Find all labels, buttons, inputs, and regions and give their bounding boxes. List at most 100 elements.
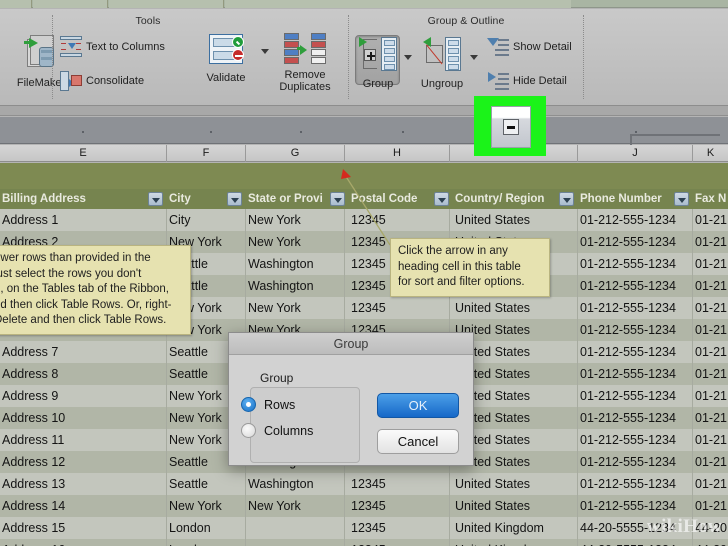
- table-row[interactable]: Address 1CityNew York12345United States0…: [0, 209, 728, 231]
- table-cell[interactable]: [246, 539, 345, 546]
- radio-columns-icon[interactable]: [241, 423, 256, 438]
- radio-option-columns[interactable]: Columns: [241, 423, 313, 438]
- ungroup-dropdown-arrow[interactable]: [470, 55, 478, 60]
- validate-button[interactable]: Validate: [200, 34, 252, 85]
- table-cell[interactable]: 01-21: [693, 363, 728, 385]
- filter-arrow-state[interactable]: [330, 192, 345, 206]
- tab-segment-4[interactable]: [225, 0, 571, 8]
- table-cell[interactable]: 01-21: [693, 231, 728, 253]
- column-header-G[interactable]: G: [246, 145, 345, 162]
- table-cell[interactable]: United States: [450, 473, 578, 495]
- table-row[interactable]: Address 16London12345United Kingdom44-20…: [0, 539, 728, 546]
- table-cell[interactable]: 01-21: [693, 275, 728, 297]
- table-row[interactable]: Address 13SeattleWashington12345United S…: [0, 473, 728, 495]
- table-cell[interactable]: 01-21: [693, 209, 728, 231]
- column-header-J[interactable]: J: [578, 145, 693, 162]
- table-cell[interactable]: 01-212-555-1234: [578, 429, 693, 451]
- table-cell[interactable]: United Kingdom: [450, 539, 578, 546]
- ok-button[interactable]: OK: [377, 393, 459, 418]
- filter-arrow-postal-code[interactable]: [434, 192, 449, 206]
- tab-segment-1[interactable]: [0, 0, 32, 8]
- table-cell[interactable]: United Kingdom: [450, 517, 578, 539]
- table-cell[interactable]: Washington: [246, 473, 345, 495]
- table-cell[interactable]: New York: [246, 209, 345, 231]
- table-cell[interactable]: Address 13: [0, 473, 167, 495]
- table-cell[interactable]: 01-212-555-1234: [578, 473, 693, 495]
- table-cell[interactable]: 12345: [345, 209, 450, 231]
- table-cell[interactable]: United States: [450, 297, 578, 319]
- table-cell[interactable]: Address 16: [0, 539, 167, 546]
- filter-arrow-phone-number[interactable]: [674, 192, 689, 206]
- consolidate-button[interactable]: Consolidate: [60, 71, 144, 91]
- table-cell[interactable]: Address 14: [0, 495, 167, 517]
- table-cell[interactable]: 01-21: [693, 495, 728, 517]
- cancel-button[interactable]: Cancel: [377, 429, 459, 454]
- table-cell[interactable]: Address 10: [0, 407, 167, 429]
- table-cell[interactable]: Address 7: [0, 341, 167, 363]
- tab-segment-2[interactable]: [33, 0, 108, 8]
- show-detail-button[interactable]: Show Detail: [487, 37, 572, 57]
- table-cell[interactable]: 01-212-555-1234: [578, 275, 693, 297]
- table-cell[interactable]: 01-212-555-1234: [578, 451, 693, 473]
- radio-rows-icon[interactable]: [241, 397, 256, 412]
- table-cell[interactable]: 12345: [345, 495, 450, 517]
- table-cell[interactable]: 01-212-555-1234: [578, 297, 693, 319]
- table-cell[interactable]: 01-212-555-1234: [578, 385, 693, 407]
- table-cell[interactable]: Address 1: [0, 209, 167, 231]
- table-cell[interactable]: New York: [246, 297, 345, 319]
- text-to-columns-button[interactable]: Text to Columns: [60, 36, 165, 58]
- table-cell[interactable]: 01-21: [693, 341, 728, 363]
- column-header-K[interactable]: K: [693, 145, 728, 162]
- table-cell[interactable]: 01-21: [693, 407, 728, 429]
- table-cell[interactable]: Address 11: [0, 429, 167, 451]
- table-row[interactable]: Address 15London12345United Kingdom44-20…: [0, 517, 728, 539]
- table-cell[interactable]: 44-20-5555-1234: [578, 539, 693, 546]
- table-cell[interactable]: 44-20: [693, 539, 728, 546]
- table-row[interactable]: Address 14New YorkNew York12345United St…: [0, 495, 728, 517]
- table-cell[interactable]: 12345: [345, 517, 450, 539]
- table-cell[interactable]: 12345: [345, 297, 450, 319]
- table-cell[interactable]: Seattle: [167, 473, 246, 495]
- table-cell[interactable]: 01-212-555-1234: [578, 341, 693, 363]
- table-cell[interactable]: Address 12: [0, 451, 167, 473]
- tab-segment-3[interactable]: [109, 0, 224, 8]
- ungroup-button[interactable]: Ungroup: [414, 37, 470, 91]
- outline-collapse-minus-button[interactable]: [491, 106, 531, 148]
- table-cell[interactable]: 01-21: [693, 473, 728, 495]
- table-cell[interactable]: New York: [246, 495, 345, 517]
- validate-dropdown-arrow[interactable]: [261, 49, 269, 54]
- column-header-F[interactable]: F: [167, 145, 246, 162]
- filter-arrow-billing-address[interactable]: [148, 192, 163, 206]
- table-cell[interactable]: 01-212-555-1234: [578, 407, 693, 429]
- remove-duplicates-button[interactable]: Remove Duplicates: [272, 33, 338, 93]
- table-cell[interactable]: United States: [450, 495, 578, 517]
- filter-arrow-city[interactable]: [227, 192, 242, 206]
- table-cell[interactable]: 01-21: [693, 429, 728, 451]
- table-cell[interactable]: London: [167, 517, 246, 539]
- table-cell[interactable]: 12345: [345, 539, 450, 546]
- table-cell[interactable]: London: [167, 539, 246, 546]
- ribbon-tab-strip[interactable]: [0, 0, 728, 8]
- filter-arrow-country-region[interactable]: [559, 192, 574, 206]
- hide-detail-button[interactable]: Hide Detail: [487, 71, 567, 91]
- table-cell[interactable]: City: [167, 209, 246, 231]
- table-cell[interactable]: 01-212-555-1234: [578, 363, 693, 385]
- column-header-E[interactable]: E: [0, 145, 167, 162]
- table-cell[interactable]: Washington: [246, 275, 345, 297]
- table-cell[interactable]: [246, 517, 345, 539]
- table-cell[interactable]: New York: [246, 231, 345, 253]
- radio-option-rows[interactable]: Rows: [241, 397, 295, 412]
- table-cell[interactable]: 01-212-555-1234: [578, 231, 693, 253]
- table-cell[interactable]: 01-212-555-1234: [578, 209, 693, 231]
- column-header-H[interactable]: H: [345, 145, 450, 162]
- group-button[interactable]: Group: [352, 37, 404, 91]
- table-cell[interactable]: 01-21: [693, 385, 728, 407]
- table-cell[interactable]: 01-212-555-1234: [578, 253, 693, 275]
- table-cell[interactable]: 01-212-555-1234: [578, 495, 693, 517]
- table-cell[interactable]: 12345: [345, 473, 450, 495]
- table-cell[interactable]: United States: [450, 209, 578, 231]
- table-cell[interactable]: Address 15: [0, 517, 167, 539]
- table-cell[interactable]: Address 8: [0, 363, 167, 385]
- table-cell[interactable]: 01-21: [693, 319, 728, 341]
- table-cell[interactable]: 01-21: [693, 451, 728, 473]
